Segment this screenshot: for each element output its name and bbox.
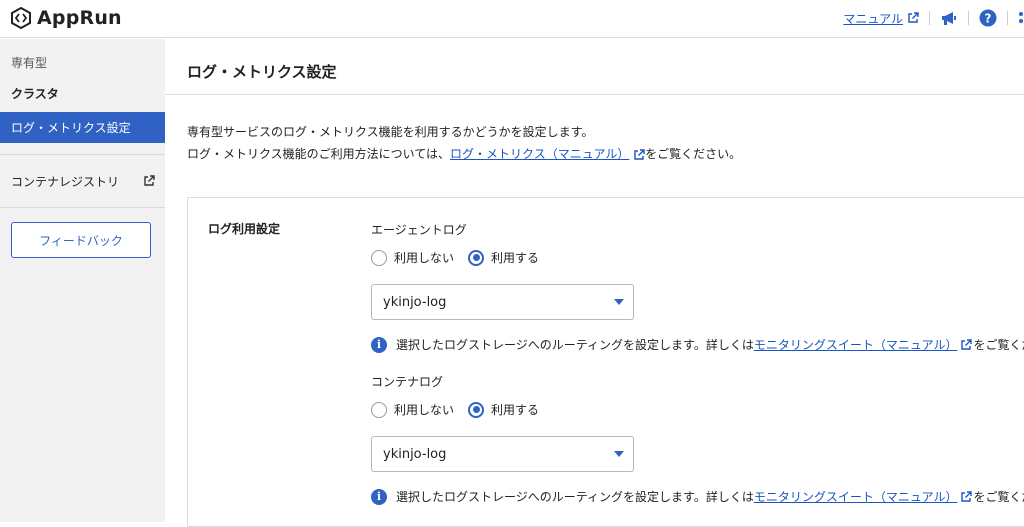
info-icon: i [371,489,387,505]
log-metrics-manual-link[interactable]: ログ・メトリクス（マニュアル） [450,147,629,161]
sidebar-item-container-registry[interactable]: コンテナレジストリ [0,166,165,197]
radio-label: 利用しない [394,401,454,418]
monitoring-suite-manual-link[interactable]: モニタリングスイート（マニュアル） [754,336,958,353]
chevron-down-icon [614,451,624,457]
sidebar-item-label: クラスタ [11,85,59,102]
help-icon[interactable]: ? [979,9,997,27]
chevron-down-icon [614,299,624,305]
external-link-icon [143,175,155,187]
agent-log-storage-select[interactable]: ykinjo-log [371,284,634,320]
container-log-title: コンテナログ [371,373,443,390]
agent-log-info: i 選択したログストレージへのルーティングを設定します。詳しくはモニタリングスイ… [371,336,1024,353]
header-divider [1007,11,1008,25]
page-title: ログ・メトリクス設定 [187,61,337,82]
external-link-icon[interactable] [907,12,919,24]
external-link-icon[interactable] [633,149,645,161]
container-log-info: i 選択したログストレージへのルーティングを設定します。詳しくはモニタリングスイ… [371,488,1024,505]
description-text: ログ・メトリクス機能のご利用方法については、 [187,147,450,161]
sidebar-item-cluster[interactable]: クラスタ [0,78,165,109]
agent-log-radio-on[interactable] [468,250,484,266]
container-log-radio-on[interactable] [468,402,484,418]
log-settings-label: ログ利用設定 [208,220,280,237]
manual-link[interactable]: マニュアル [843,10,903,27]
more-icon[interactable] [1018,11,1024,25]
radio-label: 利用する [491,249,539,266]
select-value: ykinjo-log [383,295,446,310]
sidebar-item-log-metrics[interactable]: ログ・メトリクス設定 [0,112,165,143]
app-name: AppRun [37,7,122,29]
description-line-2: ログ・メトリクス機能のご利用方法については、ログ・メトリクス（マニュアル） をご… [187,143,741,165]
radio-label: 利用しない [394,249,454,266]
agent-log-radio-off[interactable] [371,250,387,266]
agent-log-radio-group: 利用しない 利用する [371,249,553,266]
container-log-radio-group: 利用しない 利用する [371,401,553,418]
select-value: ykinjo-log [383,447,446,462]
megaphone-icon[interactable] [940,9,958,27]
sidebar-divider [0,154,165,155]
sidebar-divider [0,207,165,208]
info-text: をご覧ください。 [974,488,1024,505]
container-log-radio-off[interactable] [371,402,387,418]
title-divider [165,94,1024,95]
page-description: 専有型サービスのログ・メトリクス機能を利用するかどうかを設定します。 ログ・メト… [187,121,741,165]
sidebar: 専有型 クラスタ ログ・メトリクス設定 コンテナレジストリ フィードバック [0,39,165,522]
top-header: AppRun マニュアル ? [0,0,1024,38]
sidebar-item-label: ログ・メトリクス設定 [11,119,131,136]
monitoring-suite-manual-link[interactable]: モニタリングスイート（マニュアル） [754,488,958,505]
agent-log-title: エージェントログ [371,221,467,238]
external-link-icon[interactable] [960,339,972,351]
main-content: ログ・メトリクス設定 専有型サービスのログ・メトリクス機能を利用するかどうかを設… [165,39,1024,522]
description-line-1: 専有型サービスのログ・メトリクス機能を利用するかどうかを設定します。 [187,121,741,143]
sidebar-group-label: 専有型 [11,54,47,71]
feedback-button[interactable]: フィードバック [11,222,151,258]
info-icon: i [371,337,387,353]
svg-text:?: ? [985,12,992,26]
container-log-storage-select[interactable]: ykinjo-log [371,436,634,472]
app-logo[interactable]: AppRun [10,7,122,29]
apprun-logo-icon [10,7,32,29]
info-text: をご覧ください。 [974,336,1024,353]
info-text: 選択したログストレージへのルーティングを設定します。詳しくは [396,336,754,353]
header-divider [968,11,969,25]
info-text: 選択したログストレージへのルーティングを設定します。詳しくは [396,488,754,505]
radio-label: 利用する [491,401,539,418]
sidebar-item-label: コンテナレジストリ [11,173,119,190]
header-divider [929,11,930,25]
description-text: をご覧ください。 [645,147,741,161]
external-link-icon[interactable] [960,491,972,503]
log-settings-card: ログ利用設定 エージェントログ 利用しない 利用する ykinjo-log i … [187,197,1024,527]
